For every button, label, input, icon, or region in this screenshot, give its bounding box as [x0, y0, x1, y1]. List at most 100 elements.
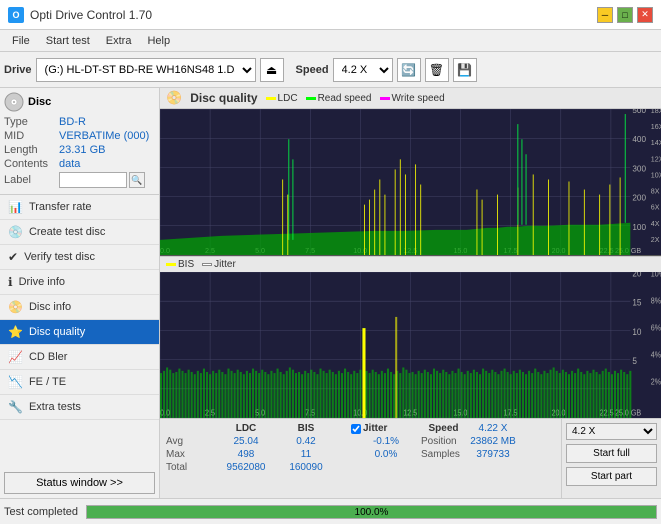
sidebar-item-drive-info[interactable]: ℹ Drive info	[0, 270, 159, 295]
svg-text:6%: 6%	[651, 323, 661, 332]
speed-dropdown[interactable]: 4.2 X	[566, 423, 657, 440]
disc-type-value: BD-R	[59, 116, 86, 128]
create-test-disc-label: Create test disc	[29, 226, 105, 238]
disc-length-row: Length 23.31 GB	[4, 144, 155, 156]
svg-text:200: 200	[632, 194, 646, 203]
write-speed-legend-label: Write speed	[392, 93, 445, 104]
menu-extra[interactable]: Extra	[98, 33, 140, 49]
svg-text:8%: 8%	[651, 296, 661, 305]
stat-speed-val: 4.22 X	[468, 423, 518, 434]
status-window-button[interactable]: Status window >>	[4, 472, 155, 494]
stats-table: LDC BIS Jitter Speed 4.22 X Avg 25.04	[160, 419, 561, 498]
chart-title: Disc quality	[190, 91, 257, 105]
read-speed-legend-label: Read speed	[318, 93, 372, 104]
disc-type-row: Type BD-R	[4, 116, 155, 128]
cd-bler-icon: 📈	[8, 350, 23, 364]
save-button[interactable]: 💾	[453, 58, 477, 82]
cd-bler-label: CD Bler	[29, 351, 68, 363]
verify-test-disc-label: Verify test disc	[24, 251, 95, 263]
svg-text:16X: 16X	[651, 123, 661, 131]
close-button[interactable]: ✕	[637, 7, 653, 23]
stat-header-jitter: Jitter	[363, 423, 387, 434]
disc-label-row: Label 🔍	[4, 172, 155, 188]
stat-header-blank2	[336, 423, 351, 434]
speed-header-row: Speed 4.22 X	[421, 423, 501, 434]
disc-label-button[interactable]: 🔍	[129, 172, 145, 188]
sidebar-item-verify-test-disc[interactable]: ✔ Verify test disc	[0, 245, 159, 270]
app-title: Opti Drive Control 1.70	[30, 8, 152, 22]
extra-tests-label: Extra tests	[29, 401, 81, 413]
svg-text:10: 10	[632, 327, 641, 337]
disc-contents-label: Contents	[4, 158, 59, 170]
drive-select[interactable]: (G:) HL-DT-ST BD-RE WH16NS48 1.D3	[36, 58, 256, 82]
extra-tests-icon: 🔧	[8, 400, 23, 414]
refresh-button[interactable]: 🔄	[397, 58, 421, 82]
max-bis: 11	[276, 449, 336, 460]
total-label: Total	[166, 462, 216, 473]
disc-label-input[interactable]	[59, 172, 127, 188]
legend-write-speed: Write speed	[380, 93, 445, 104]
transfer-rate-label: Transfer rate	[29, 201, 92, 213]
menu-start-test[interactable]: Start test	[38, 33, 98, 49]
disc-contents-row: Contents data	[4, 158, 155, 170]
disc-quality-icon: ⭐	[8, 325, 23, 339]
stats-right: 4.2 X Start full Start part	[561, 419, 661, 498]
svg-text:500: 500	[632, 109, 646, 115]
status-text: Test completed	[4, 506, 78, 518]
total-bis: 160090	[276, 462, 336, 473]
jitter-checkbox-row: Jitter	[351, 423, 421, 434]
disc-mid-label: MID	[4, 130, 59, 142]
disc-length-label: Length	[4, 144, 59, 156]
ldc-legend-label: LDC	[278, 93, 298, 104]
sidebar-item-disc-quality[interactable]: ⭐ Disc quality	[0, 320, 159, 345]
max-ldc: 498	[216, 449, 276, 460]
jitter-legend-label: Jitter	[214, 259, 236, 270]
sidebar-item-disc-info[interactable]: 📀 Disc info	[0, 295, 159, 320]
progress-bar: 100.0%	[86, 505, 657, 519]
speed-select[interactable]: 4.2 X	[333, 58, 393, 82]
create-test-disc-icon: 💿	[8, 225, 23, 239]
svg-text:400: 400	[632, 135, 646, 144]
sidebar-item-fe-te[interactable]: 📉 FE / TE	[0, 370, 159, 395]
stat-header-speed: Speed	[421, 423, 466, 434]
svg-text:5: 5	[632, 356, 637, 366]
titlebar-controls: ─ □ ✕	[597, 7, 653, 23]
max-speed-row: Samples 379733	[421, 449, 501, 460]
menu-help[interactable]: Help	[139, 33, 178, 49]
nav-items: 📊 Transfer rate 💿 Create test disc ✔ Ver…	[0, 195, 159, 420]
sidebar-item-extra-tests[interactable]: 🔧 Extra tests	[0, 395, 159, 420]
disc-label-label: Label	[4, 174, 59, 186]
start-part-button[interactable]: Start part	[566, 467, 657, 486]
svg-text:6X: 6X	[651, 204, 660, 212]
sidebar-item-create-test-disc[interactable]: 💿 Create test disc	[0, 220, 159, 245]
menu-file[interactable]: File	[4, 33, 38, 49]
sidebar-item-cd-bler[interactable]: 📈 CD Bler	[0, 345, 159, 370]
svg-text:300: 300	[632, 164, 646, 173]
write-speed-legend-color	[380, 97, 390, 100]
sidebar-item-transfer-rate[interactable]: 📊 Transfer rate	[0, 195, 159, 220]
disc-info-icon: 📀	[8, 300, 23, 314]
avg-blank	[336, 436, 351, 447]
svg-text:4%: 4%	[651, 350, 661, 359]
eject-button[interactable]: ⏏	[260, 58, 284, 82]
top-chart-svg: 500 400 300 200 100 18X 16X 14X 12X 10X …	[160, 109, 661, 255]
statusbar: Test completed 100.0%	[0, 498, 661, 524]
jitter-checkbox[interactable]	[351, 424, 361, 434]
start-full-button[interactable]: Start full	[566, 444, 657, 463]
disc-length-value: 23.31 GB	[59, 144, 105, 156]
disc-mid-value: VERBATIMe (000)	[59, 130, 149, 142]
max-label: Max	[166, 449, 216, 460]
app-icon: O	[8, 7, 24, 23]
avg-bis: 0.42	[276, 436, 336, 447]
legend-read-speed: Read speed	[306, 93, 372, 104]
minimize-button[interactable]: ─	[597, 7, 613, 23]
svg-text:4X: 4X	[651, 220, 660, 228]
legend-jitter: Jitter	[202, 259, 236, 270]
erase-button[interactable]: 🗑	[425, 58, 449, 82]
svg-text:8X: 8X	[651, 188, 660, 196]
stat-header-blank	[166, 423, 216, 434]
maximize-button[interactable]: □	[617, 7, 633, 23]
charts-container: 500 400 300 200 100 18X 16X 14X 12X 10X …	[160, 109, 661, 418]
svg-text:2%: 2%	[651, 377, 661, 386]
transfer-rate-icon: 📊	[8, 200, 23, 214]
